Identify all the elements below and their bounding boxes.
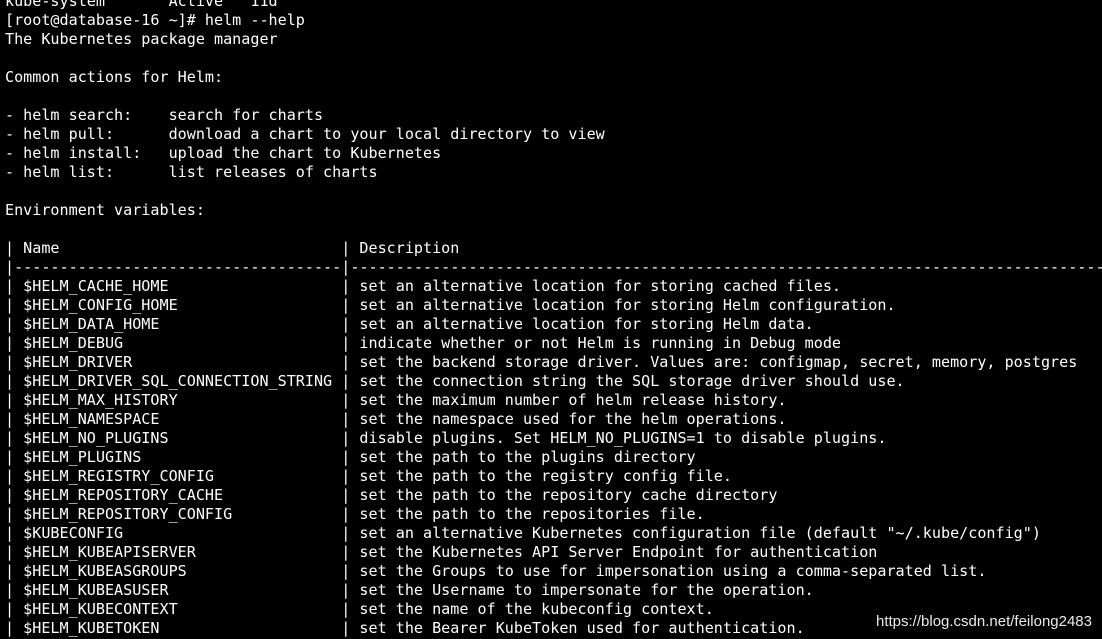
terminal-line: - helm install: upload the chart to Kube…	[5, 144, 442, 162]
terminal-line: | $HELM_PLUGINS | set the path to the pl…	[5, 448, 1102, 466]
watermark-url: https://blog.csdn.net/feilong2483	[876, 613, 1092, 630]
terminal-line: - helm list: list releases of charts	[5, 163, 378, 181]
terminal-line: The Kubernetes package manager	[5, 30, 278, 48]
terminal-window[interactable]: kube-system Active 11d [root@database-16 …	[0, 0, 1102, 639]
terminal-line: Common actions for Helm:	[5, 68, 224, 86]
terminal-line: | $KUBECONFIG | set an alternative Kuber…	[5, 524, 1102, 542]
terminal-line: | $HELM_DRIVER_SQL_CONNECTION_STRING | s…	[5, 372, 1102, 390]
terminal-line: | $HELM_REGISTRY_CONFIG | set the path t…	[5, 467, 1102, 485]
terminal-line: | $HELM_NAMESPACE | set the namespace us…	[5, 410, 1102, 428]
terminal-line: | $HELM_KUBEAPISERVER | set the Kubernet…	[5, 543, 1102, 561]
terminal-line: | $HELM_MAX_HISTORY | set the maximum nu…	[5, 391, 1102, 409]
terminal-line: | $HELM_KUBEASUSER | set the Username to…	[5, 581, 1102, 599]
terminal-output: kube-system Active 11d [root@database-16 …	[5, 0, 1102, 638]
terminal-line: | $HELM_DATA_HOME | set an alternative l…	[5, 315, 1102, 333]
terminal-line: | $HELM_DRIVER | set the backend storage…	[5, 353, 1102, 371]
terminal-line: | $HELM_REPOSITORY_CONFIG | set the path…	[5, 505, 1102, 523]
terminal-line: | $HELM_NO_PLUGINS | disable plugins. Se…	[5, 429, 1102, 447]
terminal-line: | $HELM_REPOSITORY_CACHE | set the path …	[5, 486, 1102, 504]
terminal-line: | $HELM_DEBUG | indicate whether or not …	[5, 334, 1102, 352]
terminal-line: [root@database-16 ~]# helm --help	[5, 11, 305, 29]
terminal-line: | $HELM_KUBEASGROUPS | set the Groups to…	[5, 562, 1102, 580]
terminal-line: | Name | Description |	[5, 239, 1102, 257]
terminal-line: | $HELM_CONFIG_HOME | set an alternative…	[5, 296, 1102, 314]
terminal-line: - helm pull: download a chart to your lo…	[5, 125, 605, 143]
terminal-line: kube-system Active 11d	[5, 0, 278, 10]
terminal-line: | $HELM_CACHE_HOME | set an alternative …	[5, 277, 1102, 295]
terminal-line: - helm search: search for charts	[5, 106, 324, 124]
terminal-line: |------------------------------------|--…	[5, 258, 1102, 276]
terminal-line: Environment variables:	[5, 201, 205, 219]
